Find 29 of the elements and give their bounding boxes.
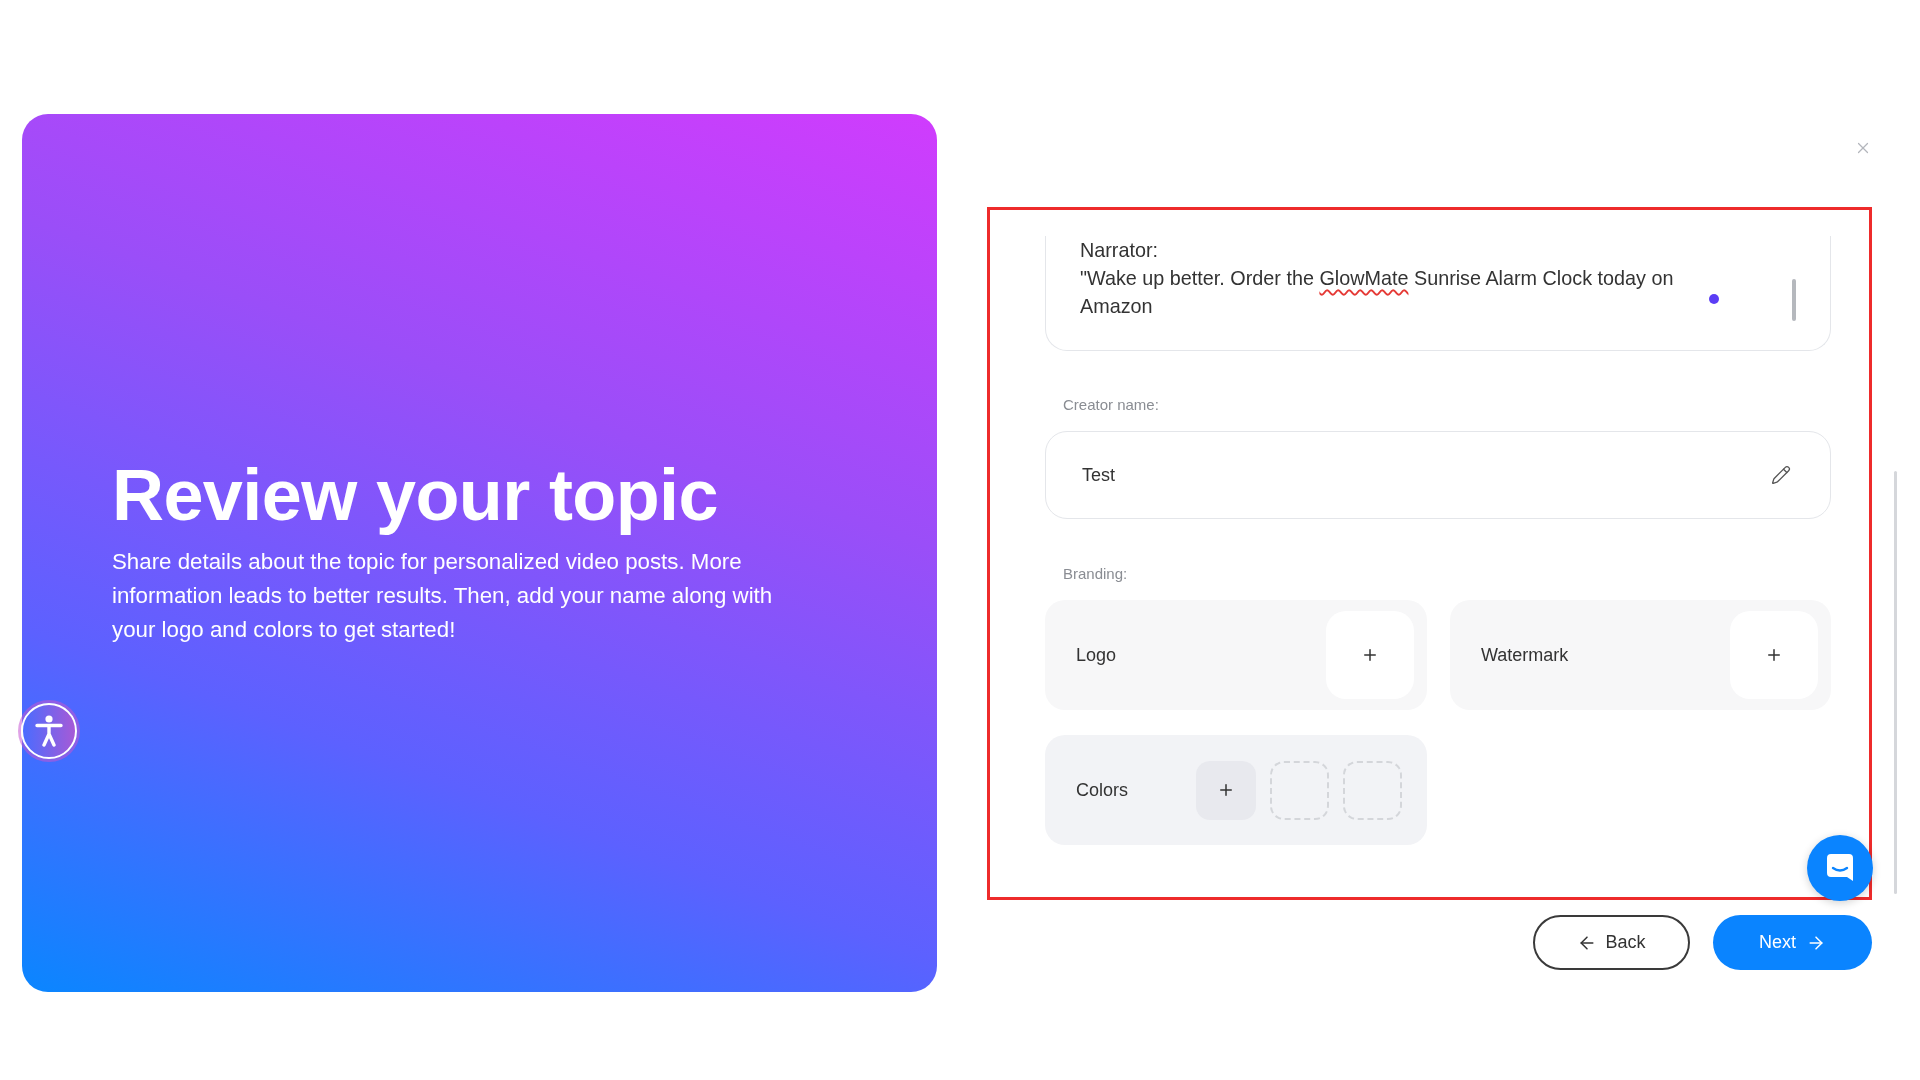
back-button[interactable]: Back — [1533, 915, 1690, 970]
accessibility-button[interactable] — [21, 703, 77, 759]
field-label: Branding: — [1063, 565, 1128, 583]
script-text: Narrator: "Wake up better. Order the GlowMate Sunrise Alarm Clock today on Amazon — [1080, 238, 1675, 319]
person-icon — [34, 715, 64, 747]
dot-icon — [1709, 294, 1719, 304]
page-title: Review your topic — [112, 455, 718, 535]
plus-icon — [1361, 646, 1379, 664]
pencil-icon[interactable] — [1771, 465, 1791, 485]
plus-icon — [1217, 781, 1235, 799]
chat-bubble-icon — [1826, 853, 1854, 883]
add-button[interactable] — [1326, 611, 1414, 699]
plus-icon — [1765, 646, 1783, 664]
color-swatch[interactable] — [1343, 760, 1402, 820]
intro-description: Share details about the topic for personalized video posts. More information leads to better results. Then, add your name along with your logo and colors to get started! — [112, 548, 774, 644]
card-label: Logo — [1076, 644, 1117, 666]
card-label: Watermark — [1481, 644, 1569, 666]
next-button[interactable]: Next — [1713, 915, 1872, 970]
color-swatch[interactable] — [1270, 760, 1329, 820]
input-value: Test — [1082, 464, 1115, 486]
add-button[interactable] — [1730, 611, 1818, 699]
name-input[interactable]: Test — [1045, 431, 1831, 519]
chat-button[interactable] — [1807, 835, 1873, 901]
script-textarea[interactable]: Narrator: "Wake up better. Order the GlowMate Sunrise Alarm Clock today on Amazon — [1045, 236, 1831, 351]
scrollbar[interactable] — [1792, 279, 1796, 321]
scrollbar[interactable] — [1894, 471, 1897, 894]
field-label: Creator name: — [1063, 396, 1159, 414]
add-color-button[interactable] — [1196, 760, 1256, 820]
card-label: Colors — [1076, 779, 1128, 801]
